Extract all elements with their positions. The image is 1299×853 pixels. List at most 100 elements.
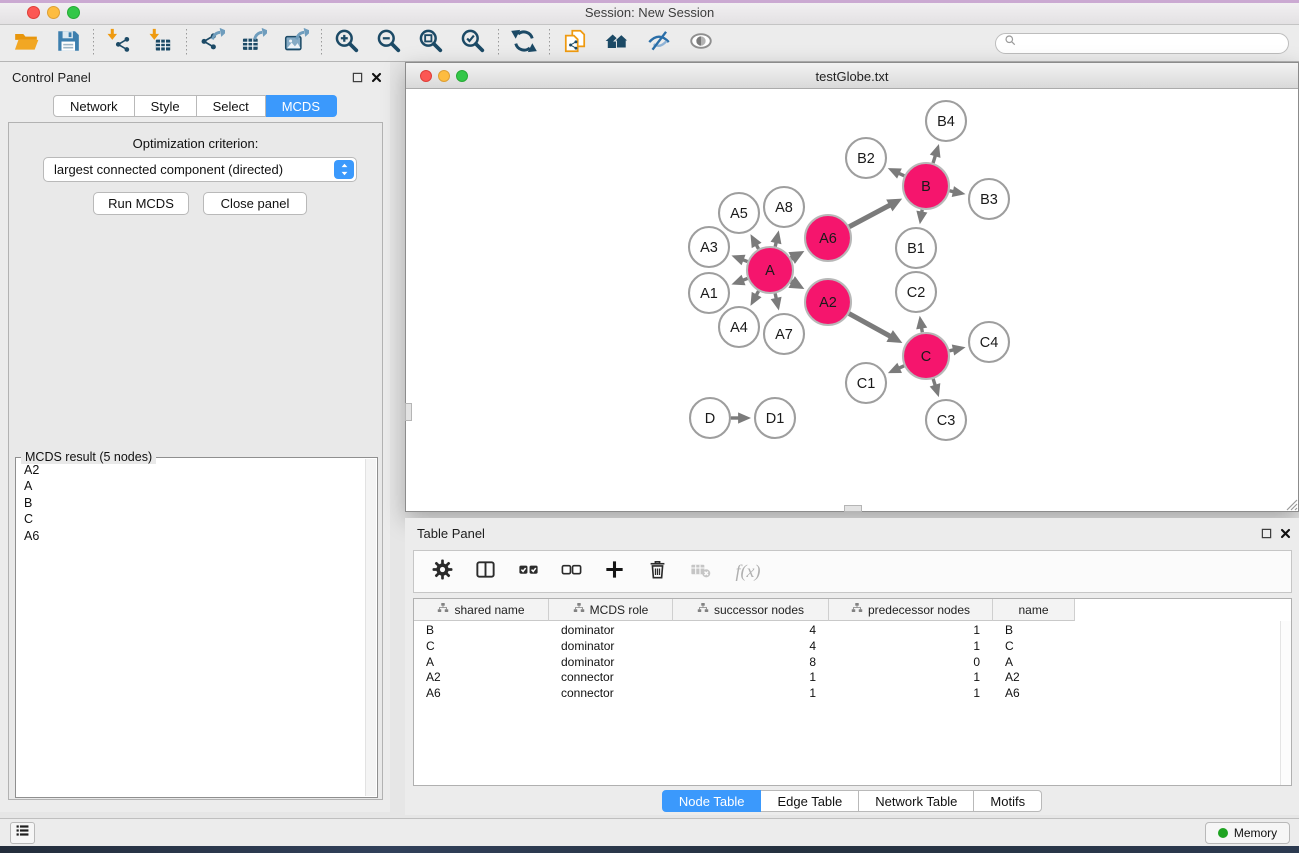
export-table-button[interactable] bbox=[240, 29, 268, 57]
graph-edge-B-B1[interactable] bbox=[916, 210, 927, 225]
task-history-button[interactable] bbox=[10, 822, 35, 844]
graph-edge-C-C2[interactable] bbox=[916, 316, 927, 333]
mcds-result-item[interactable]: C bbox=[16, 511, 364, 527]
optimization-criterion-select[interactable]: largest connected component (directed) bbox=[43, 157, 357, 182]
graph-node-B4[interactable]: B4 bbox=[926, 101, 966, 141]
duplicate-network-button[interactable] bbox=[561, 29, 589, 57]
graph-edge-A2-C[interactable] bbox=[849, 314, 902, 343]
table-cell[interactable]: dominator bbox=[549, 639, 673, 655]
graph-node-A5[interactable]: A5 bbox=[719, 193, 759, 233]
table-cell[interactable]: C bbox=[993, 639, 1075, 655]
table-cell[interactable]: C bbox=[414, 639, 549, 655]
graph-edge-D-D1[interactable] bbox=[731, 412, 751, 423]
graph-edge-A6-B[interactable] bbox=[849, 199, 902, 227]
select-all-button[interactable] bbox=[515, 559, 541, 585]
graph-node-C3[interactable]: C3 bbox=[926, 400, 966, 440]
close-panel-button[interactable] bbox=[369, 70, 383, 84]
zoom-in-button[interactable] bbox=[333, 29, 361, 57]
table-cell[interactable]: 1 bbox=[829, 623, 993, 639]
tab-network[interactable]: Network bbox=[53, 95, 135, 117]
float-panel-button[interactable] bbox=[1259, 526, 1273, 540]
graph-node-C2[interactable]: C2 bbox=[896, 272, 936, 312]
graph-node-B2[interactable]: B2 bbox=[846, 138, 886, 178]
table-cell[interactable]: A2 bbox=[414, 670, 549, 686]
birdseye-toggle-left[interactable] bbox=[405, 403, 412, 421]
tab-edge-table[interactable]: Edge Table bbox=[761, 790, 859, 812]
mcds-result-item[interactable]: A2 bbox=[16, 462, 364, 478]
deselect-all-button[interactable] bbox=[558, 559, 584, 585]
table-cell[interactable]: A6 bbox=[414, 686, 549, 702]
import-table-button[interactable] bbox=[147, 29, 175, 57]
graph-node-A7[interactable]: A7 bbox=[764, 314, 804, 354]
save-session-button[interactable] bbox=[54, 29, 82, 57]
graph-edge-A-A1[interactable] bbox=[731, 275, 747, 285]
float-panel-button[interactable] bbox=[350, 70, 364, 84]
first-neighbors-button[interactable] bbox=[603, 29, 631, 57]
table-cell[interactable]: B bbox=[414, 623, 549, 639]
export-network-button[interactable] bbox=[198, 29, 226, 57]
graph-edge-A-A8[interactable] bbox=[771, 230, 782, 246]
column-header-MCDS-role[interactable]: MCDS role bbox=[549, 599, 673, 621]
run-mcds-button[interactable]: Run MCDS bbox=[93, 192, 189, 215]
birdseye-toggle-bottom[interactable] bbox=[844, 505, 862, 512]
graph-edge-B-B2[interactable] bbox=[888, 168, 905, 179]
apply-layout-button[interactable] bbox=[510, 29, 538, 57]
column-header-shared-name[interactable]: shared name bbox=[414, 599, 549, 621]
table-cell[interactable]: 1 bbox=[829, 670, 993, 686]
tab-style[interactable]: Style bbox=[135, 95, 197, 117]
graph-edge-B-B4[interactable] bbox=[930, 144, 941, 163]
table-cell[interactable]: connector bbox=[549, 670, 673, 686]
tab-mcds[interactable]: MCDS bbox=[266, 95, 337, 117]
graph-edge-C-C4[interactable] bbox=[949, 345, 965, 356]
add-column-button[interactable] bbox=[601, 559, 627, 585]
export-image-button[interactable] bbox=[282, 29, 310, 57]
graph-node-B3[interactable]: B3 bbox=[969, 179, 1009, 219]
tab-select[interactable]: Select bbox=[197, 95, 266, 117]
graph-node-C[interactable]: C bbox=[903, 333, 949, 379]
open-file-button[interactable] bbox=[12, 29, 40, 57]
table-cell[interactable]: 1 bbox=[829, 686, 993, 702]
table-cell[interactable]: 0 bbox=[829, 655, 993, 671]
table-cell[interactable]: 8 bbox=[673, 655, 829, 671]
network-canvas[interactable]: A5A8A6A3AA1A2A4A7B2B4BB3B1C2CC4C1C3DD1 bbox=[406, 89, 1298, 511]
memory-button[interactable]: Memory bbox=[1205, 822, 1290, 844]
result-scrollbar[interactable] bbox=[365, 459, 376, 796]
table-cell[interactable]: B bbox=[993, 623, 1075, 639]
table-settings-button[interactable] bbox=[429, 559, 455, 585]
graph-edge-A-A5[interactable] bbox=[750, 234, 761, 249]
table-cell[interactable]: 1 bbox=[673, 670, 829, 686]
graph-edge-C-C1[interactable] bbox=[888, 363, 904, 373]
column-header-name[interactable]: name bbox=[993, 599, 1075, 621]
mcds-result-item[interactable]: A6 bbox=[16, 528, 364, 544]
table-cell[interactable]: A bbox=[993, 655, 1075, 671]
search-field[interactable] bbox=[995, 33, 1289, 54]
close-panel-button[interactable] bbox=[1278, 526, 1292, 540]
tab-motifs[interactable]: Motifs bbox=[974, 790, 1042, 812]
graph-node-A6[interactable]: A6 bbox=[805, 215, 851, 261]
graph-node-A3[interactable]: A3 bbox=[689, 227, 729, 267]
zoom-selected-button[interactable] bbox=[459, 29, 487, 57]
graph-node-A8[interactable]: A8 bbox=[764, 187, 804, 227]
graph-node-C4[interactable]: C4 bbox=[969, 322, 1009, 362]
graph-node-C1[interactable]: C1 bbox=[846, 363, 886, 403]
table-cell[interactable]: 1 bbox=[673, 686, 829, 702]
graph-edge-C-C3[interactable] bbox=[930, 379, 941, 397]
table-cell[interactable]: dominator bbox=[549, 655, 673, 671]
delete-column-button[interactable] bbox=[644, 559, 670, 585]
table-cell[interactable]: dominator bbox=[549, 623, 673, 639]
search-input[interactable] bbox=[1021, 36, 1280, 50]
graph-node-D1[interactable]: D1 bbox=[755, 398, 795, 438]
graph-node-A2[interactable]: A2 bbox=[805, 279, 851, 325]
split-table-button[interactable] bbox=[472, 559, 498, 585]
table-cell[interactable]: 4 bbox=[673, 639, 829, 655]
graph-edge-B-B3[interactable] bbox=[950, 186, 966, 197]
table-cell[interactable]: connector bbox=[549, 686, 673, 702]
table-cell[interactable]: A2 bbox=[993, 670, 1075, 686]
table-cell[interactable]: A bbox=[414, 655, 549, 671]
close-panel-button[interactable]: Close panel bbox=[203, 192, 307, 215]
table-cell[interactable]: 4 bbox=[673, 623, 829, 639]
show-all-button[interactable] bbox=[687, 29, 715, 57]
graph-node-A1[interactable]: A1 bbox=[689, 273, 729, 313]
column-header-successor-nodes[interactable]: successor nodes bbox=[673, 599, 829, 621]
zoom-out-button[interactable] bbox=[375, 29, 403, 57]
